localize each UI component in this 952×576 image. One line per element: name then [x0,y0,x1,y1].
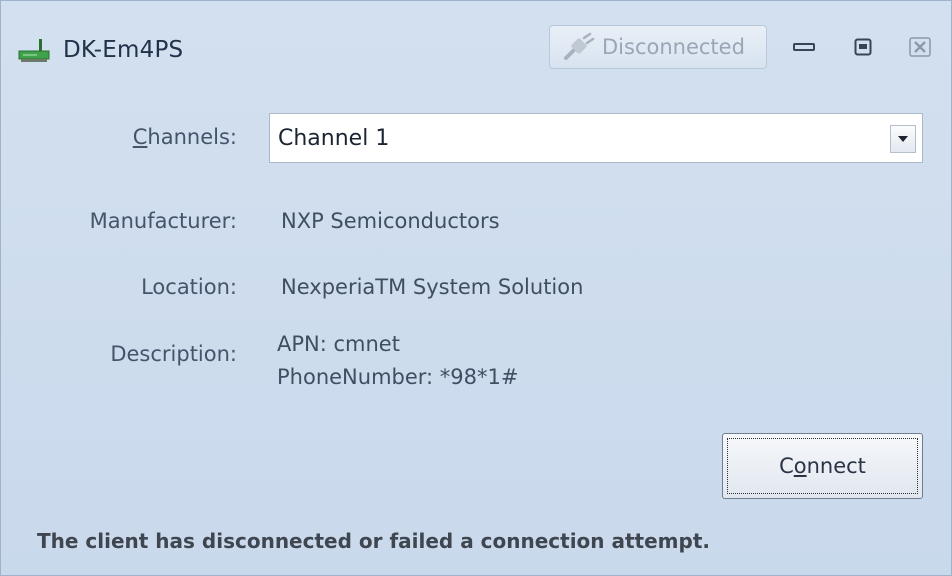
window-title: DK-Em4PS [63,37,184,63]
description-label: Description: [110,342,237,366]
channels-selected-value: Channel 1 [278,126,390,151]
location-value: NexperiaTM System Solution [281,275,584,299]
minimize-button[interactable] [787,32,821,62]
location-label: Location: [141,275,237,299]
maximize-icon [854,38,872,56]
channels-label-access-key: C [132,125,148,149]
description-phone-number: PhoneNumber: *98*1# [277,365,519,389]
connection-status-button[interactable]: Disconnected [549,25,767,69]
manufacturer-value: NXP Semiconductors [281,209,500,233]
app-window: DK-Em4PS Disconnected Channels: Channel … [0,0,952,576]
connect-label-end: nnect [806,454,866,478]
connect-button[interactable]: Connect [722,433,923,499]
status-message: The client has disconnected or failed a … [37,529,710,553]
manufacturer-label: Manufacturer: [89,209,237,233]
close-icon [909,37,931,57]
channels-label-text: hannels: [147,125,237,149]
connect-label-start: C [779,454,794,478]
close-button[interactable] [903,32,937,62]
connect-label-access-key: o [793,454,807,478]
network-card-icon [18,39,50,62]
connection-status-label: Disconnected [602,35,745,59]
channels-dropdown-toggle[interactable] [890,125,916,153]
description-apn: APN: cmnet [277,332,400,356]
maximize-button[interactable] [846,32,880,62]
title-bar[interactable]: DK-Em4PS Disconnected [1,1,951,81]
channels-dropdown[interactable]: Channel 1 [269,113,923,163]
channels-label: Channels: [1,125,237,149]
minimize-icon [793,43,815,51]
connect-button-label: Connect [779,454,866,478]
plug-icon [564,32,595,60]
chevron-down-icon [898,136,908,142]
